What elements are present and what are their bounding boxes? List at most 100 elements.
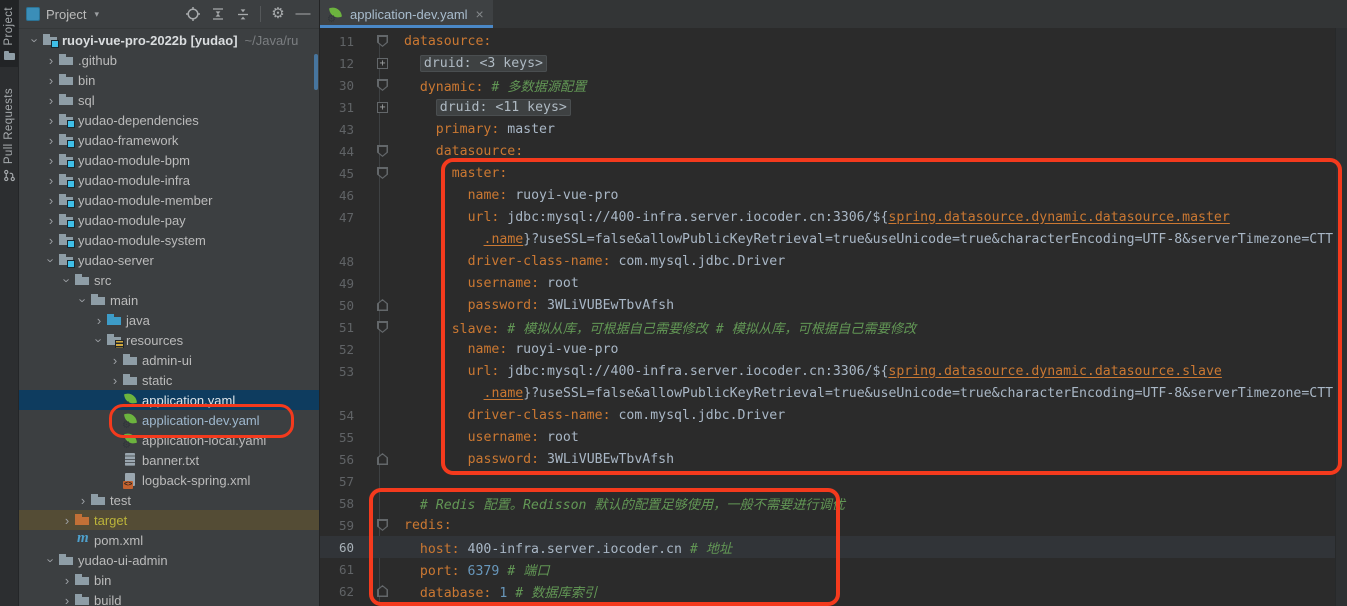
- code-line[interactable]: 59redis:: [320, 514, 1347, 536]
- tree-item[interactable]: ›yudao-module-pay: [18, 210, 319, 230]
- chevron-right-icon[interactable]: ›: [44, 93, 58, 108]
- chevron-down-icon[interactable]: ›: [28, 33, 43, 47]
- tree-item[interactable]: ›target: [18, 510, 319, 530]
- code-line[interactable]: 46name: ruoyi-vue-pro: [320, 184, 1347, 206]
- code-line[interactable]: 61port: 6379 # 端口: [320, 558, 1347, 580]
- chevron-down-icon[interactable]: ›: [60, 273, 75, 287]
- hide-panel-minus-icon[interactable]: —: [295, 6, 311, 22]
- chevron-down-icon[interactable]: ›: [44, 553, 59, 567]
- settings-gear-icon[interactable]: ⚙: [270, 6, 286, 22]
- chevron-right-icon[interactable]: ›: [44, 113, 58, 128]
- code-line[interactable]: 60host: 400-infra.server.iocoder.cn # 地址: [320, 536, 1347, 558]
- code-line[interactable]: 47url: jdbc:mysql://400-infra.server.ioc…: [320, 206, 1347, 228]
- fold-end-icon[interactable]: [358, 580, 402, 602]
- tree-item[interactable]: ›static: [18, 370, 319, 390]
- tree-item[interactable]: ›sql: [18, 90, 319, 110]
- tree-item[interactable]: ›yudao-module-member: [18, 190, 319, 210]
- editor-code[interactable]: 11datasource:12+druid: <3 keys>30dynamic…: [320, 28, 1347, 606]
- chevron-down-icon[interactable]: ▾: [94, 9, 99, 20]
- code-line[interactable]: 50password: 3WLiVUBEwTbvAfsh: [320, 294, 1347, 316]
- code-line[interactable]: 56password: 3WLiVUBEwTbvAfsh: [320, 448, 1347, 470]
- tree-item[interactable]: ›build: [18, 590, 319, 606]
- tree-item[interactable]: ›yudao-module-system: [18, 230, 319, 250]
- chevron-right-icon[interactable]: ›: [44, 133, 58, 148]
- tree-item[interactable]: ›test: [18, 490, 319, 510]
- chevron-right-icon[interactable]: ›: [92, 313, 106, 328]
- chevron-right-icon[interactable]: ›: [44, 193, 58, 208]
- fold-open-icon[interactable]: [358, 30, 402, 52]
- tree-item[interactable]: application-dev.yaml: [18, 410, 319, 430]
- chevron-right-icon[interactable]: ›: [44, 233, 58, 248]
- code-line[interactable]: 54driver-class-name: com.mysql.jdbc.Driv…: [320, 404, 1347, 426]
- tab-application-dev-yaml[interactable]: application-dev.yaml ×: [320, 0, 493, 28]
- chevron-right-icon[interactable]: ›: [76, 493, 90, 508]
- tree-item[interactable]: ›src: [18, 270, 319, 290]
- chevron-right-icon[interactable]: ›: [60, 593, 74, 606]
- tree-item[interactable]: banner.txt: [18, 450, 319, 470]
- code-line[interactable]: 11datasource:: [320, 30, 1347, 52]
- code-line[interactable]: 52name: ruoyi-vue-pro: [320, 338, 1347, 360]
- tree-item[interactable]: pom.xml: [18, 530, 319, 550]
- panel-scrollbar-thumb[interactable]: [314, 54, 318, 90]
- tree-item[interactable]: ›yudao-module-infra: [18, 170, 319, 190]
- tree-item[interactable]: application-local.yaml: [18, 430, 319, 450]
- code-line[interactable]: 30dynamic: # 多数据源配置: [320, 74, 1347, 96]
- fold-end-icon[interactable]: [358, 294, 402, 316]
- tree-item[interactable]: ›main: [18, 290, 319, 310]
- tree-item[interactable]: ›yudao-module-bpm: [18, 150, 319, 170]
- code-line[interactable]: 53url: jdbc:mysql://400-infra.server.ioc…: [320, 360, 1347, 382]
- tool-window-button-pull-requests[interactable]: Pull Requests: [0, 81, 18, 189]
- code-line[interactable]: 57: [320, 470, 1347, 492]
- tree-item[interactable]: ›admin-ui: [18, 350, 319, 370]
- tree-item[interactable]: ›yudao-framework: [18, 130, 319, 150]
- close-icon[interactable]: ×: [476, 6, 484, 22]
- code-line[interactable]: 45master:: [320, 162, 1347, 184]
- chevron-right-icon[interactable]: ›: [60, 513, 74, 528]
- project-panel-title[interactable]: Project: [46, 7, 86, 22]
- tree-item[interactable]: ›bin: [18, 70, 319, 90]
- code-line[interactable]: 48driver-class-name: com.mysql.jdbc.Driv…: [320, 250, 1347, 272]
- tree-item[interactable]: ›yudao-ui-admin: [18, 550, 319, 570]
- fold-open-icon[interactable]: [358, 74, 402, 96]
- chevron-right-icon[interactable]: ›: [108, 373, 122, 388]
- code-line[interactable]: .name}?useSSL=false&allowPublicKeyRetrie…: [320, 228, 1347, 250]
- fold-plus-icon[interactable]: +: [358, 96, 402, 118]
- expand-selection-icon[interactable]: [210, 6, 226, 22]
- editor-scrollbar[interactable]: [1335, 28, 1347, 606]
- tree-item[interactable]: ›yudao-server: [18, 250, 319, 270]
- fold-open-icon[interactable]: [358, 514, 402, 536]
- tree-item[interactable]: ›ruoyi-vue-pro-2022b [yudao]~/Java/ru: [18, 30, 319, 50]
- locate-target-icon[interactable]: [185, 6, 201, 22]
- code-line[interactable]: 55username: root: [320, 426, 1347, 448]
- tree-item[interactable]: ›java: [18, 310, 319, 330]
- token-link[interactable]: .name: [484, 386, 524, 401]
- token-link[interactable]: spring.datasource.dynamic.datasource.sla…: [888, 364, 1221, 379]
- chevron-down-icon[interactable]: ›: [44, 253, 59, 267]
- token-link[interactable]: spring.datasource.dynamic.datasource.mas…: [888, 210, 1229, 225]
- code-line[interactable]: 31+druid: <11 keys>: [320, 96, 1347, 118]
- code-line[interactable]: 44datasource:: [320, 140, 1347, 162]
- fold-open-icon[interactable]: [358, 162, 402, 184]
- fold-open-icon[interactable]: [358, 140, 402, 162]
- chevron-right-icon[interactable]: ›: [60, 573, 74, 588]
- code-line[interactable]: 62database: 1 # 数据库索引: [320, 580, 1347, 602]
- chevron-right-icon[interactable]: ›: [44, 173, 58, 188]
- chevron-right-icon[interactable]: ›: [44, 73, 58, 88]
- code-line[interactable]: 49username: root: [320, 272, 1347, 294]
- tree-item[interactable]: ›.github: [18, 50, 319, 70]
- collapse-all-icon[interactable]: [235, 6, 251, 22]
- fold-plus-icon[interactable]: +: [358, 52, 402, 74]
- chevron-right-icon[interactable]: ›: [44, 153, 58, 168]
- tree-item[interactable]: application.yaml: [18, 390, 319, 410]
- chevron-down-icon[interactable]: ›: [92, 333, 107, 347]
- code-line[interactable]: 43primary: master: [320, 118, 1347, 140]
- code-line[interactable]: 58# Redis 配置。Redisson 默认的配置足够使用，一般不需要进行调…: [320, 492, 1347, 514]
- tree-item[interactable]: ›bin: [18, 570, 319, 590]
- chevron-right-icon[interactable]: ›: [108, 353, 122, 368]
- fold-end-icon[interactable]: [358, 448, 402, 470]
- code-line[interactable]: 12+druid: <3 keys>: [320, 52, 1347, 74]
- token-link[interactable]: .name: [484, 232, 524, 247]
- tree-item[interactable]: ›resources: [18, 330, 319, 350]
- tree-item[interactable]: logback-spring.xml: [18, 470, 319, 490]
- fold-open-icon[interactable]: [358, 316, 402, 338]
